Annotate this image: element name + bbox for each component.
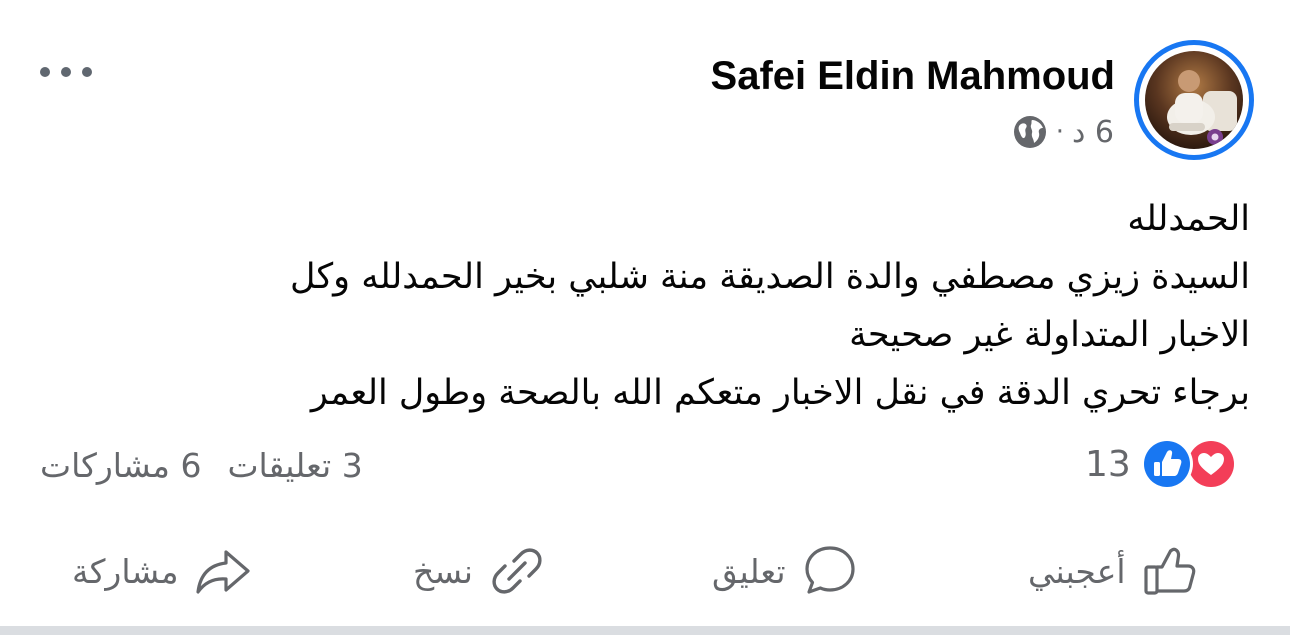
dot-icon [82, 67, 92, 77]
post-body: الحمدلله السيدة زيزي مصطفي والدة الصديقة… [110, 190, 1250, 422]
avatar-photo [1145, 51, 1243, 149]
post-meta: · 6 د [1012, 112, 1114, 152]
reactions-summary[interactable]: 13 [1085, 438, 1239, 490]
share-arrow-icon [193, 541, 253, 601]
like-button[interactable]: أعجبني [1028, 535, 1200, 607]
shares-count[interactable]: 6 مشاركات [40, 446, 201, 485]
comments-count[interactable]: 3 تعليقات [227, 446, 362, 485]
share-button[interactable]: مشاركة [72, 535, 253, 607]
like-reaction-icon [1140, 438, 1193, 490]
dot-icon [40, 67, 50, 77]
author-name[interactable]: Safei Eldin Mahmoud [711, 52, 1115, 100]
link-icon [487, 541, 547, 601]
more-options-button[interactable] [40, 62, 92, 82]
meta-separator: · [1055, 117, 1064, 147]
post-card: Safei Eldin Mahmoud · 6 د الحمدلله السيد… [0, 0, 1290, 635]
globe-icon[interactable] [1012, 114, 1048, 150]
comment-button[interactable]: تعليق [712, 535, 860, 607]
comment-bubble-icon [800, 541, 860, 601]
author-avatar[interactable] [1134, 40, 1254, 160]
share-label: مشاركة [72, 551, 179, 591]
copy-label: نسخ [413, 551, 473, 591]
like-label: أعجبني [1028, 551, 1126, 591]
reaction-count: 13 [1085, 443, 1131, 485]
post-text-line: الحمدلله [1127, 199, 1250, 239]
dot-icon [61, 67, 71, 77]
post-text-line: برجاء تحري الدقة في نقل الاخبار متعكم ال… [310, 373, 1250, 413]
post-timestamp[interactable]: 6 د [1072, 115, 1114, 150]
reaction-icons [1140, 438, 1239, 490]
post-text-line: الاخبار المتداولة غير صحيحة [849, 315, 1250, 355]
thumbs-up-icon [1140, 541, 1200, 601]
copy-link-button[interactable]: نسخ [413, 535, 547, 607]
post-text-line: السيدة زيزي مصطفي والدة الصديقة منة شلبي… [290, 257, 1250, 297]
post-divider [0, 626, 1290, 635]
comment-label: تعليق [712, 551, 786, 591]
action-bar: أعجبني تعليق نسخ مشاركة [0, 535, 1290, 607]
engagement-stats: 3 تعليقات 6 مشاركات [40, 440, 363, 490]
